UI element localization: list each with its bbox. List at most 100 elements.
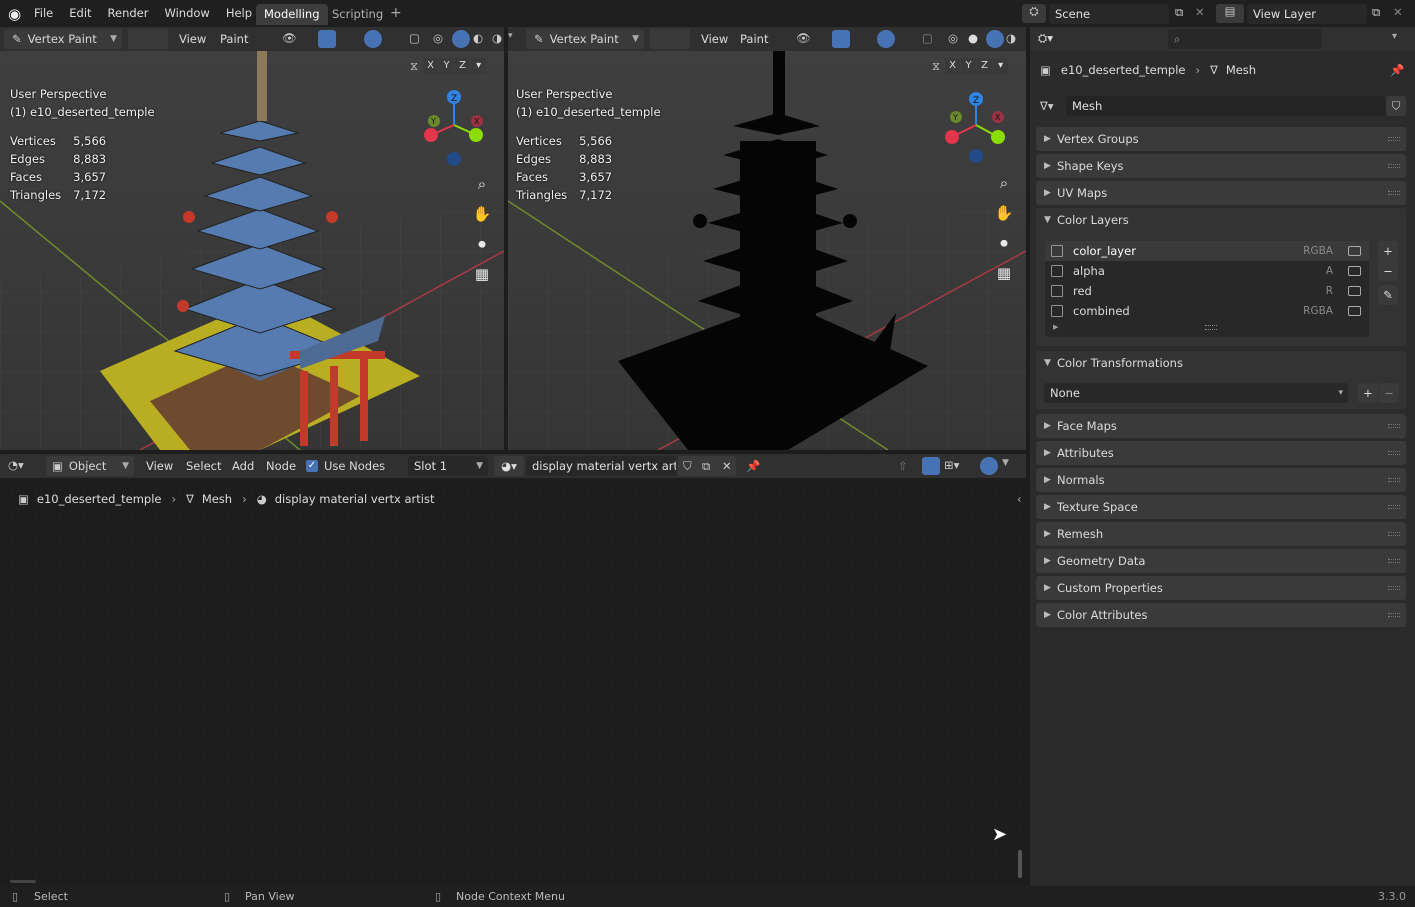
- panel-custom-properties[interactable]: ▶ Custom Properties: [1036, 576, 1406, 600]
- list-item[interactable]: alpha A: [1045, 261, 1369, 281]
- color-transformations-header[interactable]: ▼ Color Transformations: [1036, 351, 1406, 375]
- scene-new-icon[interactable]: ⧉: [1175, 5, 1183, 20]
- add-transform-button[interactable]: +: [1358, 383, 1378, 403]
- panel-uv-maps[interactable]: ▶ UV Maps: [1036, 181, 1406, 205]
- menu-select-node[interactable]: Select: [180, 459, 227, 473]
- drag-handle[interactable]: [1388, 505, 1400, 509]
- chevron-down-icon[interactable]: ▾: [508, 31, 513, 41]
- drag-handle[interactable]: [1388, 532, 1400, 536]
- expand-filter-icon[interactable]: ▶: [1053, 323, 1058, 331]
- grid-view-icon[interactable]: ▦: [469, 261, 495, 287]
- panel-color-attributes[interactable]: ▶ Color Attributes: [1036, 603, 1406, 627]
- panel-normals[interactable]: ▶ Normals: [1036, 468, 1406, 492]
- menu-window[interactable]: Window: [156, 0, 217, 27]
- add-layer-button[interactable]: +: [1378, 241, 1398, 261]
- snap-toggle-icon[interactable]: [922, 457, 940, 475]
- wireframe-shading-icon[interactable]: ◎: [948, 31, 958, 45]
- tab-scripting[interactable]: Scripting: [324, 4, 391, 25]
- node-overlay-icon[interactable]: [980, 457, 998, 475]
- editor-type-icon[interactable]: ⛭▾: [1038, 31, 1053, 46]
- axis-z-toggle[interactable]: Z: [977, 58, 993, 74]
- node-editor-canvas[interactable]: ▣ e10_deserted_temple › ∇ Mesh › ◕ displ…: [0, 478, 1026, 886]
- pan-hand-icon[interactable]: ✋: [469, 201, 495, 227]
- chevron-down-icon[interactable]: ▼: [1002, 458, 1009, 468]
- scrollbar[interactable]: [10, 880, 36, 883]
- menu-paint-right[interactable]: Paint: [734, 32, 774, 46]
- sidebar-toggle-icon[interactable]: ‹: [1017, 492, 1022, 506]
- material-shading-icon[interactable]: ◐: [473, 31, 483, 45]
- material-name-field[interactable]: display material vertx artist: [526, 456, 676, 476]
- axis-y-toggle[interactable]: Y: [439, 58, 455, 74]
- xray-icon[interactable]: ▢: [409, 31, 420, 45]
- overlay-toggle-icon[interactable]: [364, 30, 382, 48]
- axis-x-toggle[interactable]: X: [423, 58, 439, 74]
- view-layer-field[interactable]: View Layer: [1247, 4, 1367, 24]
- list-item[interactable]: combined RGBA: [1045, 301, 1369, 321]
- parent-node-tree-icon[interactable]: ⇧: [898, 459, 908, 473]
- mode-dropdown-right[interactable]: ✎ Vertex Paint ▼: [526, 29, 644, 49]
- scene-field[interactable]: Scene: [1049, 4, 1169, 24]
- wireframe-shading-icon[interactable]: ◎: [433, 31, 443, 45]
- camera-icon[interactable]: [1348, 306, 1361, 316]
- solid-shading-icon[interactable]: [452, 30, 470, 48]
- navigation-gizmo-left[interactable]: Z Y X: [418, 87, 490, 167]
- shield-icon[interactable]: ⛉: [683, 459, 692, 474]
- use-nodes-checkbox[interactable]: ✓ Use Nodes: [306, 459, 385, 473]
- menu-help[interactable]: Help: [218, 0, 260, 27]
- pin-icon[interactable]: 📌: [1390, 63, 1404, 77]
- grid-view-icon[interactable]: ▦: [991, 260, 1017, 286]
- menu-node-node[interactable]: Node: [260, 459, 302, 473]
- navigation-gizmo-right[interactable]: Z Y X: [940, 89, 1012, 169]
- axis-x-toggle[interactable]: X: [945, 58, 961, 74]
- panel-attributes[interactable]: ▶ Attributes: [1036, 441, 1406, 465]
- scene-close-icon[interactable]: ✕: [1195, 5, 1205, 19]
- camera-icon[interactable]: [1348, 286, 1361, 296]
- blender-logo-icon[interactable]: ◉: [8, 5, 21, 23]
- pan-hand-icon[interactable]: ✋: [991, 200, 1017, 226]
- gizmo-toggle-icon[interactable]: [318, 30, 336, 48]
- overlay-toggle-icon[interactable]: [877, 30, 895, 48]
- mesh-datablock-icon[interactable]: ∇▾: [1040, 99, 1053, 113]
- viewport-right[interactable]: User Perspective (1) e10_deserted_temple…: [508, 51, 1026, 450]
- chevron-down-icon[interactable]: ▾: [471, 58, 487, 74]
- visibility-icon[interactable]: 👁: [282, 31, 297, 45]
- gizmo-toggle-icon[interactable]: [832, 30, 850, 48]
- panel-texture-space[interactable]: ▶ Texture Space: [1036, 495, 1406, 519]
- chevron-down-icon[interactable]: ▾: [993, 58, 1009, 74]
- viewport-left[interactable]: User Perspective (1) e10_deserted_temple…: [0, 51, 504, 450]
- add-workspace-icon[interactable]: +: [390, 5, 402, 21]
- drag-handle[interactable]: [1388, 613, 1400, 617]
- menu-edit[interactable]: Edit: [61, 0, 99, 27]
- editor-type-icon[interactable]: ◔▾: [8, 458, 24, 472]
- visibility-icon[interactable]: 👁: [796, 31, 811, 45]
- tab-modelling[interactable]: Modelling: [256, 4, 328, 25]
- list-resize-handle[interactable]: [1205, 325, 1217, 330]
- pin-icon[interactable]: 📌: [746, 459, 760, 473]
- drag-handle[interactable]: [1388, 137, 1400, 141]
- camera-icon[interactable]: [1348, 246, 1361, 256]
- panel-face-maps[interactable]: ▶ Face Maps: [1036, 414, 1406, 438]
- scene-selector-icon[interactable]: ⛭: [1022, 4, 1046, 23]
- drag-handle[interactable]: [1388, 424, 1400, 428]
- axis-y-toggle[interactable]: Y: [961, 58, 977, 74]
- menu-paint-left[interactable]: Paint: [214, 32, 254, 46]
- color-layers-list[interactable]: color_layer RGBA alpha A red R combined RGBA…: [1045, 241, 1369, 337]
- zoom-icon[interactable]: ⌕: [469, 171, 495, 197]
- drag-handle[interactable]: [1388, 191, 1400, 195]
- color-transform-dropdown[interactable]: None ▾: [1044, 383, 1348, 403]
- camera-icon[interactable]: ⏺: [991, 230, 1017, 256]
- panel-vertex-groups[interactable]: ▶ Vertex Groups: [1036, 127, 1406, 151]
- menu-view-node[interactable]: View: [140, 459, 179, 473]
- panel-remesh[interactable]: ▶ Remesh: [1036, 522, 1406, 546]
- mode-dropdown-left[interactable]: ✎ Vertex Paint ▼: [4, 29, 122, 49]
- color-layers-header[interactable]: ▼ Color Layers: [1036, 208, 1406, 232]
- list-item[interactable]: red R: [1045, 281, 1369, 301]
- object-type-dropdown[interactable]: ▣ Object ▼: [46, 456, 134, 476]
- menu-file[interactable]: File: [26, 0, 61, 27]
- solid-shading-icon[interactable]: ●: [968, 31, 978, 45]
- drag-handle[interactable]: [1388, 451, 1400, 455]
- chevron-down-icon[interactable]: ▾: [1392, 31, 1397, 42]
- panel-geometry-data[interactable]: ▶ Geometry Data: [1036, 549, 1406, 573]
- scrollbar[interactable]: [1018, 850, 1022, 878]
- properties-search[interactable]: ⌕: [1168, 29, 1322, 49]
